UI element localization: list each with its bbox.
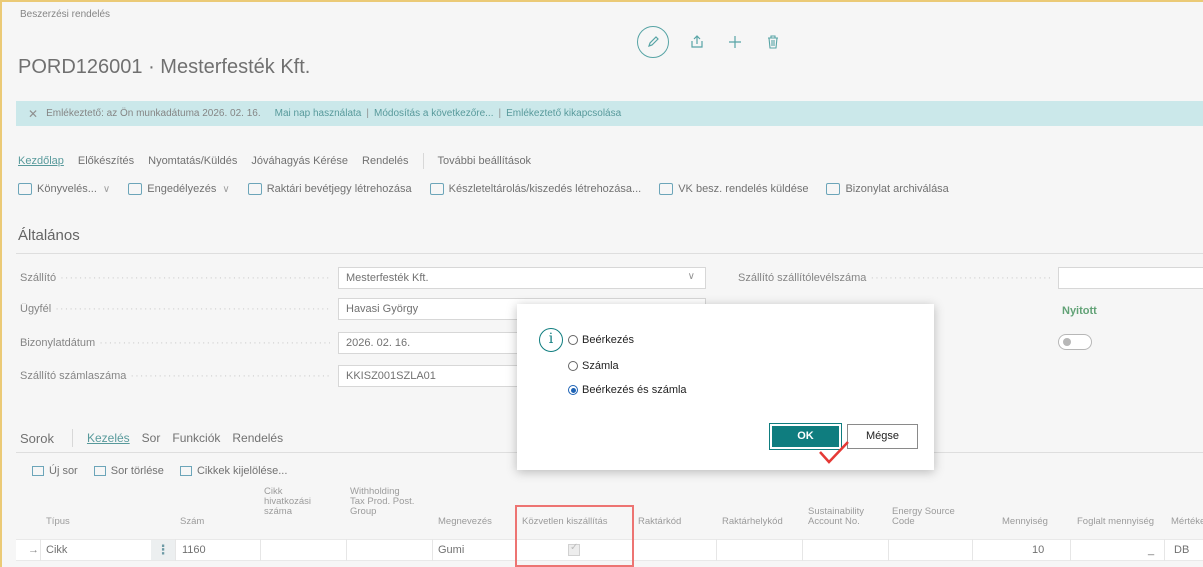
modal-overlay bbox=[0, 0, 1203, 567]
post-options-dialog: i Beérkezés Számla Beérkezés és számla O… bbox=[517, 304, 934, 470]
radio-receive[interactable] bbox=[568, 335, 578, 345]
cancel-button[interactable]: Mégse bbox=[847, 424, 918, 449]
option-receive-and-invoice[interactable]: Beérkezés és számla bbox=[568, 384, 687, 396]
checkmark-annotation-icon bbox=[819, 441, 849, 464]
radio-invoice[interactable] bbox=[568, 361, 578, 371]
option-receive[interactable]: Beérkezés bbox=[568, 334, 634, 346]
info-icon: i bbox=[539, 328, 563, 352]
radio-receive-and-invoice[interactable] bbox=[568, 385, 578, 395]
option-invoice[interactable]: Számla bbox=[568, 360, 619, 372]
